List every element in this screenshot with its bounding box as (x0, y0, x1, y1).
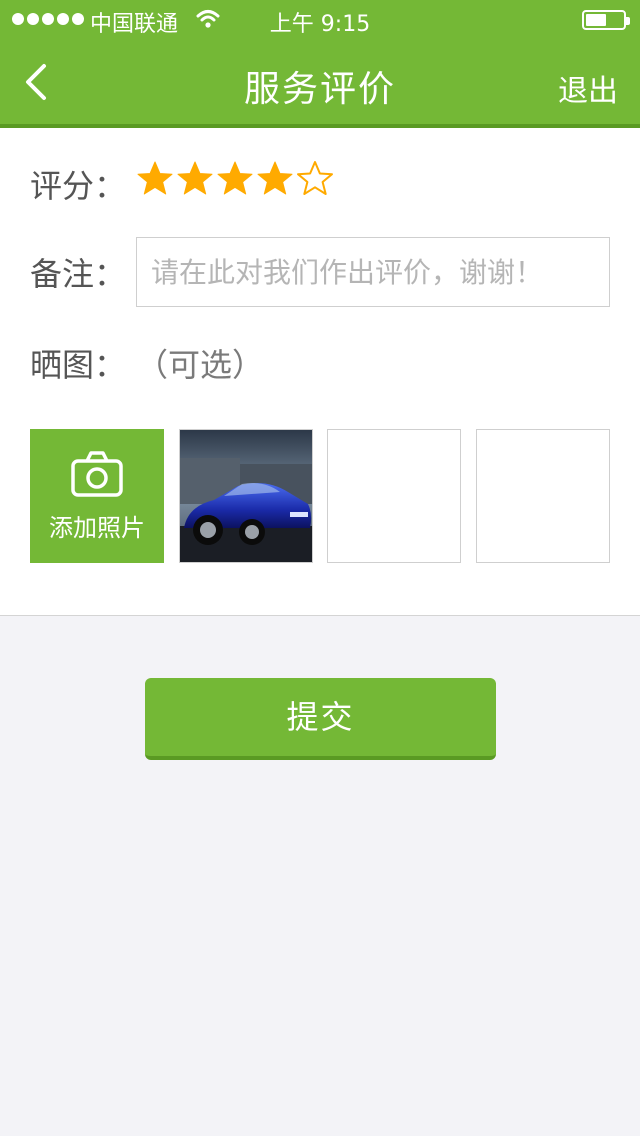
star-filled-icon[interactable] (176, 160, 214, 198)
status-bar: 中国联通 上午 9:15 (0, 0, 640, 40)
page-title: 服务评价 (243, 69, 396, 110)
remark-input[interactable] (136, 237, 610, 307)
star-filled-icon[interactable] (136, 160, 174, 198)
add-photo-button[interactable]: 添加照片 (30, 429, 164, 563)
empty-photo-slot[interactable] (327, 429, 461, 563)
status-time: 上午 9:15 (269, 12, 371, 37)
add-photo-label: 添加照片 (49, 513, 145, 542)
photos-label: 晒图： (30, 346, 127, 384)
navigation-bar: 服务评价 退出 (0, 40, 640, 128)
star-rating[interactable] (136, 160, 334, 198)
star-filled-icon[interactable] (256, 160, 294, 198)
rating-label: 评分： (30, 167, 127, 205)
remark-label: 备注： (30, 255, 127, 293)
star-empty-icon[interactable] (296, 160, 334, 198)
exit-button[interactable]: 退出 (558, 66, 618, 110)
empty-photo-slot[interactable] (476, 429, 610, 563)
uploaded-photo[interactable] (179, 429, 313, 563)
star-filled-icon[interactable] (216, 160, 254, 198)
photos-optional-hint: （可选） (136, 346, 265, 384)
battery-icon (582, 10, 630, 30)
car-photo-image (180, 430, 312, 562)
submit-button[interactable]: 提交 (145, 678, 496, 760)
battery-fill (586, 14, 606, 26)
review-form: 评分： 备注： 晒图： （可选） 添加照片 (0, 128, 640, 616)
camera-icon (71, 450, 123, 497)
